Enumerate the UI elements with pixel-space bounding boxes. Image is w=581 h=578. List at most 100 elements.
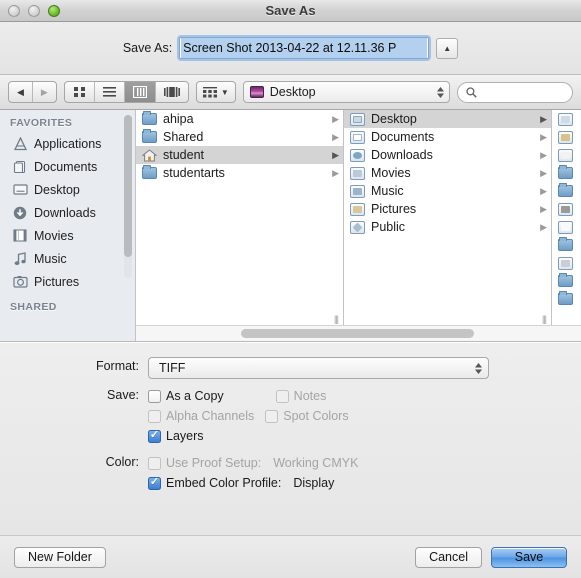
save-button[interactable]: Save — [491, 546, 567, 568]
list-item[interactable] — [552, 236, 581, 254]
expand-browser-button[interactable]: ▲ — [436, 37, 459, 59]
list-item[interactable]: studentarts ▶ — [136, 164, 343, 182]
checkbox-embed-color-profile[interactable]: Embed Color Profile: Display — [148, 476, 334, 490]
checkbox-layers[interactable]: Layers — [148, 429, 204, 443]
sidebar-item-downloads[interactable]: Downloads — [0, 201, 135, 224]
list-item[interactable] — [552, 110, 581, 128]
coverflow-view-button[interactable] — [156, 82, 188, 102]
horizontal-scrollbar-thumb[interactable] — [241, 329, 474, 338]
item-label: Desktop — [371, 112, 417, 126]
list-item[interactable]: Music ▶ — [344, 182, 551, 200]
embed-profile-value: Display — [293, 476, 335, 490]
item-label: Public — [371, 220, 406, 234]
icon-view-button[interactable] — [65, 82, 95, 102]
list-item[interactable] — [552, 254, 581, 272]
list-item-selected[interactable]: student ▶ — [136, 146, 343, 164]
back-button[interactable]: ◀ — [9, 82, 33, 102]
chevron-right-icon: ▶ — [540, 167, 547, 178]
sidebar-item-desktop[interactable]: Desktop — [0, 178, 135, 201]
checkbox-line: As a Copy Notes — [148, 386, 349, 406]
column-container: ahipa ▶ Shared ▶ student ▶ studentarts ▶… — [136, 110, 581, 325]
checkbox-box[interactable] — [148, 429, 161, 443]
folder-icon — [558, 273, 573, 287]
sidebar-item-pictures[interactable]: Pictures — [0, 270, 135, 293]
checkbox-use-proof-setup[interactable]: Use Proof Setup: Working CMYK — [148, 456, 358, 470]
chevron-right-icon: ▶ — [540, 203, 547, 214]
pictures-folder-icon — [350, 202, 365, 216]
column-bars-icon — [132, 86, 147, 98]
checkbox-as-a-copy[interactable]: As a Copy — [148, 389, 224, 403]
folder-icon — [558, 165, 573, 179]
triangle-up-icon: ▲ — [443, 43, 452, 53]
format-select[interactable]: TIFF — [148, 357, 489, 379]
applications-icon — [12, 136, 28, 152]
zoom-button[interactable] — [48, 4, 60, 17]
list-item[interactable]: ahipa ▶ — [136, 110, 343, 128]
list-item[interactable]: Downloads ▶ — [344, 146, 551, 164]
path-popup-label: Desktop — [269, 85, 316, 99]
folder-icon — [558, 291, 573, 305]
document-file-icon — [558, 148, 573, 162]
list-item[interactable]: Documents ▶ — [344, 128, 551, 146]
stepper-arrows-icon — [475, 362, 482, 374]
sidebar-item-documents[interactable]: Documents — [0, 155, 135, 178]
public-folder-icon — [350, 220, 365, 234]
list-view-button[interactable] — [95, 82, 125, 102]
sidebar-item-label: Downloads — [34, 205, 96, 220]
close-button[interactable] — [8, 4, 20, 17]
sidebar-scrollbar[interactable] — [124, 115, 132, 278]
arrange-grid-icon — [202, 86, 217, 97]
checkbox-label: Layers — [166, 429, 204, 443]
checkbox-box[interactable] — [148, 476, 161, 490]
search-input[interactable] — [457, 81, 573, 103]
sidebar-scrollbar-thumb[interactable] — [124, 115, 132, 257]
horizontal-scrollbar[interactable] — [136, 325, 581, 341]
arrange-button[interactable]: ▼ — [195, 81, 236, 103]
forward-button[interactable]: ▶ — [33, 82, 56, 102]
column-resize-grip[interactable]: ||| — [542, 314, 547, 324]
checkbox-box[interactable] — [148, 456, 161, 470]
list-item[interactable]: Movies ▶ — [344, 164, 551, 182]
chevron-right-icon: ▶ — [332, 149, 339, 160]
sidebar-item-applications[interactable]: Applications — [0, 132, 135, 155]
home-column: Desktop ▶ Documents ▶ Downloads ▶ Movies… — [344, 110, 552, 325]
checkbox-box[interactable] — [275, 389, 289, 403]
filename-input[interactable]: Screen Shot 2013-04-22 at 12.11.36 P — [179, 37, 430, 59]
item-label: Movies — [371, 166, 411, 180]
column-resize-grip[interactable]: ||| — [334, 314, 339, 324]
checkbox-spot-colors[interactable]: Spot Colors — [265, 409, 349, 423]
checkbox-notes[interactable]: Notes — [275, 389, 326, 403]
list-item[interactable] — [552, 200, 581, 218]
checkbox-box[interactable] — [265, 409, 279, 423]
sidebar-item-music[interactable]: Music — [0, 247, 135, 270]
minimize-button[interactable] — [28, 4, 40, 17]
desktop-folder-icon — [350, 112, 365, 126]
list-item[interactable] — [552, 164, 581, 182]
cancel-button[interactable]: Cancel — [415, 546, 482, 568]
checkbox-alpha-channels[interactable]: Alpha Channels — [148, 409, 254, 423]
list-item[interactable]: Public ▶ — [344, 218, 551, 236]
sidebar-item-movies[interactable]: Movies — [0, 224, 135, 247]
list-item[interactable] — [552, 182, 581, 200]
movies-icon — [12, 228, 28, 244]
checkbox-box[interactable] — [148, 389, 161, 403]
window-controls — [0, 4, 60, 17]
list-item[interactable]: Shared ▶ — [136, 128, 343, 146]
list-item[interactable] — [552, 218, 581, 236]
documents-folder-icon — [350, 130, 365, 144]
column-view-button[interactable] — [124, 82, 156, 102]
path-popup-button[interactable]: Desktop — [242, 81, 450, 103]
list-item[interactable] — [552, 290, 581, 308]
list-item-selected[interactable]: Desktop ▶ — [344, 110, 551, 128]
checkbox-box[interactable] — [148, 409, 161, 423]
list-item[interactable] — [552, 146, 581, 164]
list-item[interactable]: Pictures ▶ — [344, 200, 551, 218]
sidebar-item-label: Movies — [34, 228, 74, 243]
list-item[interactable] — [552, 272, 581, 290]
list-item[interactable] — [552, 128, 581, 146]
new-folder-button[interactable]: New Folder — [14, 546, 106, 568]
checkbox-label: Use Proof Setup: — [166, 456, 262, 470]
chevron-right-icon: ▶ — [540, 185, 547, 196]
sidebar-heading-shared: SHARED — [10, 301, 57, 313]
sidebar-item-label: Applications — [34, 136, 102, 151]
